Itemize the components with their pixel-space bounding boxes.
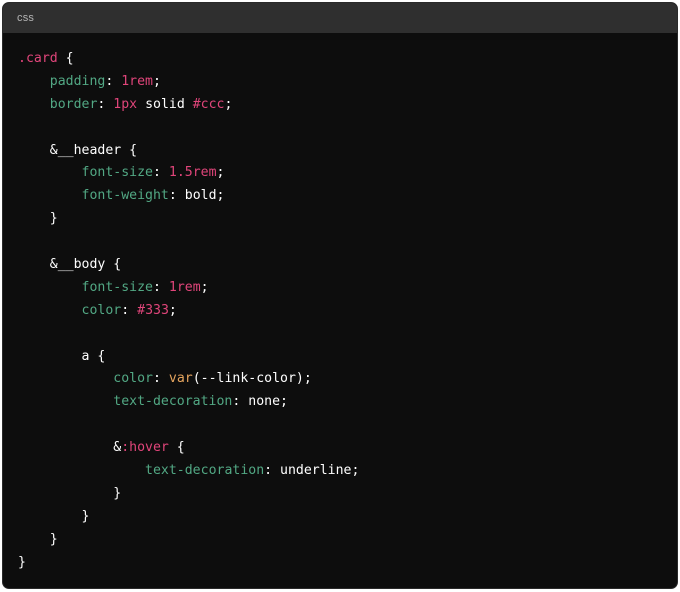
code-token: } — [18, 531, 58, 547]
code-line: } — [18, 506, 677, 529]
code-line: } — [18, 529, 677, 552]
code-token: : — [121, 302, 138, 318]
code-token: solid — [137, 96, 193, 112]
code-line: font-size: 1.5rem; — [18, 162, 677, 185]
code-token: color — [81, 302, 122, 318]
code-token: &__header { — [18, 142, 138, 158]
code-token: #333 — [137, 302, 169, 318]
code-token: a { — [18, 348, 106, 364]
code-token: } — [18, 485, 122, 501]
code-line: &:hover { — [18, 437, 677, 460]
code-token: : — [105, 73, 122, 89]
code-token: font-weight — [81, 188, 169, 204]
language-label: css — [17, 12, 35, 24]
code-token: : — [153, 165, 169, 181]
code-token: { — [57, 51, 74, 66]
code-line: border: 1px solid #ccc; — [18, 94, 677, 117]
code-token: (--link-color); — [192, 371, 312, 387]
code-token: #ccc — [192, 96, 225, 112]
code-line: font-weight: bold; — [18, 185, 677, 208]
code-token: ; — [153, 73, 161, 89]
code-token: } — [18, 211, 58, 227]
code-token: ; — [224, 96, 233, 112]
code-token: font-size — [81, 279, 153, 295]
code-token: ; — [216, 165, 225, 181]
code-token: { — [168, 440, 185, 456]
code-line: text-decoration: none; — [18, 391, 677, 414]
code-line: } — [18, 208, 677, 231]
code-token: var — [168, 371, 193, 387]
code-line: color: var(--link-color); — [18, 368, 677, 391]
code-token: : — [152, 371, 169, 387]
code-line: .card { — [18, 48, 677, 71]
code-token: : — [153, 279, 169, 295]
code-token: color — [113, 371, 153, 387]
code-line: &__header { — [18, 140, 677, 163]
code-token: &__body { — [18, 257, 122, 273]
code-line: &__body { — [18, 254, 677, 277]
code-token: } — [18, 554, 26, 570]
code-token: :hover — [121, 440, 169, 456]
code-line: color: #333; — [18, 300, 677, 323]
code-block: css .card { padding: 1rem; border: 1px s… — [2, 2, 678, 589]
code-token: 1rem — [121, 73, 153, 89]
code-line: } — [18, 552, 677, 575]
code-line: a { — [18, 346, 677, 369]
code-token: & — [18, 440, 122, 456]
code-line: text-decoration: underline; — [18, 460, 677, 483]
code-token: 1rem — [168, 279, 201, 295]
code-token: font-size — [81, 165, 153, 181]
code-token: text-decoration — [145, 463, 265, 479]
code-token: ; — [168, 302, 177, 318]
code-token: } — [18, 508, 90, 524]
code-token: 1.5rem — [168, 165, 217, 181]
code-line: padding: 1rem; — [18, 71, 677, 94]
code-token: : — [97, 96, 114, 112]
code-token: 1px — [113, 96, 138, 112]
code-block-header: css — [3, 3, 677, 33]
code-token: : underline; — [264, 463, 360, 479]
code-line: font-size: 1rem; — [18, 277, 677, 300]
code-token: padding — [49, 73, 106, 89]
code-token: : none; — [232, 394, 288, 410]
code-token: .card — [18, 51, 58, 66]
code-content[interactable]: .card { padding: 1rem; border: 1px solid… — [3, 33, 677, 574]
code-token: ; — [200, 279, 209, 295]
code-token: text-decoration — [113, 394, 233, 410]
code-token: border — [49, 96, 98, 112]
code-token: : bold; — [168, 188, 225, 204]
code-line: } — [18, 483, 677, 506]
